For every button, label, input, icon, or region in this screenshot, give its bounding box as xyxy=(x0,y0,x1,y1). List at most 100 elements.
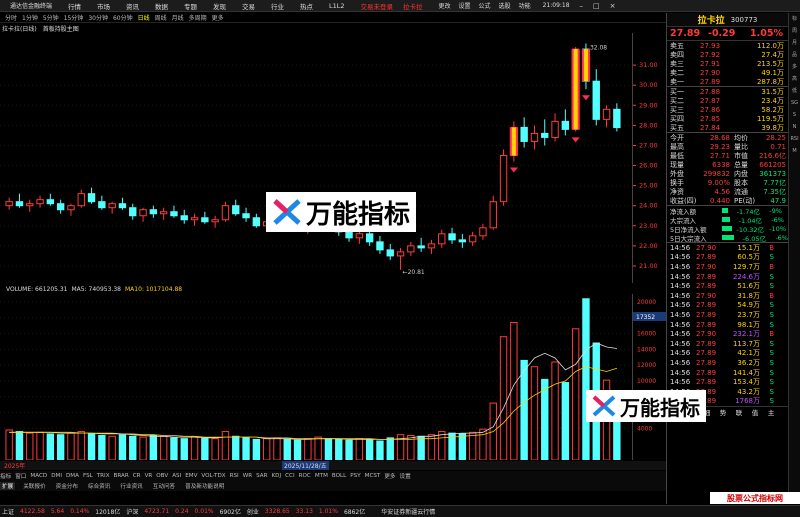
tool-4[interactable]: 多 xyxy=(789,61,800,73)
ask-row-4[interactable]: 卖一 27.89 287.8万 xyxy=(667,77,788,86)
indicator-cr-8[interactable]: CR xyxy=(133,473,141,479)
maximize-icon[interactable]: □ xyxy=(593,2,600,10)
indicator-kdj-17[interactable]: KDJ xyxy=(272,473,282,479)
tool-9[interactable]: N xyxy=(789,121,800,133)
tool-8[interactable]: S xyxy=(789,109,800,121)
period-daily[interactable]: 日线 xyxy=(138,13,150,22)
signal-candle-1 xyxy=(571,49,580,130)
period-30m[interactable]: 30分钟 xyxy=(88,13,108,22)
menu-l1l2[interactable]: L1L2 xyxy=(329,2,345,10)
menu-select[interactable]: 选股 xyxy=(499,1,511,10)
trade-side: S xyxy=(769,378,774,387)
indicator-dma-4[interactable]: DMA xyxy=(66,473,79,479)
period-15m[interactable]: 15分钟 xyxy=(64,13,84,22)
volume-bar-22 xyxy=(232,435,240,460)
bottom-tab-5[interactable]: 互动问答 xyxy=(151,482,177,490)
period-5m[interactable]: 5分钟 xyxy=(43,13,59,22)
indicator-voltdx-13[interactable]: VOL-TDX xyxy=(201,473,225,479)
indicator-asi-11[interactable]: ASI xyxy=(172,473,181,479)
menu-trade[interactable]: 交易 xyxy=(242,1,255,11)
tool-6[interactable]: 低 xyxy=(789,85,800,97)
menu-news[interactable]: 资讯 xyxy=(126,1,139,11)
tool-3[interactable]: 品 xyxy=(789,49,800,61)
indicator-wr-15[interactable]: WR xyxy=(243,473,252,479)
tool-0[interactable]: 标 xyxy=(789,13,800,25)
chart-formula-tag[interactable]: 首板持股主图 xyxy=(43,24,79,33)
bottom-tab-2[interactable]: 资金分布 xyxy=(54,482,80,490)
menu-formula[interactable]: 公式 xyxy=(479,1,491,10)
quote-tab-5[interactable]: 值 xyxy=(747,407,763,417)
menu-discover[interactable]: 发现 xyxy=(213,1,226,11)
tool-11[interactable]: M xyxy=(789,145,800,157)
period-monthly[interactable]: 月线 xyxy=(172,13,184,22)
bottom-tab-0[interactable]: 扩展 xyxy=(0,482,16,490)
indicator-rsi-14[interactable]: RSI xyxy=(230,473,239,479)
indicator-设置-25[interactable]: 设置 xyxy=(400,472,411,480)
indicator-窗口-1[interactable]: 窗口 xyxy=(15,472,26,480)
period-more[interactable]: 更多 xyxy=(212,13,224,22)
indicator-fsl-5[interactable]: FSL xyxy=(83,473,93,479)
quote-tab-4[interactable]: 联 xyxy=(731,407,747,417)
tool-2[interactable]: 月 xyxy=(789,37,800,49)
trade-login-status[interactable]: 交易未登录 xyxy=(361,1,394,11)
period-60m[interactable]: 60分钟 xyxy=(113,13,133,22)
bottom-tab-4[interactable]: 行业资讯 xyxy=(118,482,144,490)
period-1m[interactable]: 1分钟 xyxy=(22,13,38,22)
indicator-更多-24[interactable]: 更多 xyxy=(384,472,395,480)
indicator-emv-12[interactable]: EMV xyxy=(185,473,197,479)
indicator-boll-21[interactable]: BOLL xyxy=(332,473,346,479)
trade-list: 14:56 27.90 15.1万 B 14:56 27.89 60.5万 S 14:56 27.… xyxy=(667,243,788,406)
indicator-psy-22[interactable]: PSY xyxy=(350,473,360,479)
close-icon[interactable]: × xyxy=(610,2,616,10)
indicator-macd-2[interactable]: MACD xyxy=(30,473,47,479)
menu-settings[interactable]: 设置 xyxy=(459,1,471,10)
status-cy-name[interactable]: 创业 xyxy=(247,507,259,516)
indicator-roc-19[interactable]: ROC xyxy=(299,473,311,479)
period-multi[interactable]: 多周期 xyxy=(189,13,207,22)
menu-data[interactable]: 数据 xyxy=(155,1,168,11)
candle-body-11 xyxy=(118,203,127,209)
indicator-brar-7[interactable]: BRAR xyxy=(114,473,129,479)
quote-tab-6[interactable]: 主 xyxy=(763,407,779,417)
stat-value-2: 661205 xyxy=(759,160,786,169)
candlestick-chart[interactable]: 32.08 ←20.81 xyxy=(0,33,632,278)
menu-topic[interactable]: 专题 xyxy=(184,1,197,11)
indicator-sar-16[interactable]: SAR xyxy=(256,473,267,479)
indicator-指标-0[interactable]: 指标 xyxy=(0,472,11,480)
candle-body-8 xyxy=(87,193,96,203)
tool-10[interactable]: RSI xyxy=(789,133,800,145)
menu-hot[interactable]: 热点 xyxy=(300,1,313,11)
status-sz-name[interactable]: 沪深 xyxy=(126,507,138,516)
indicator-mtm-20[interactable]: MTM xyxy=(315,473,328,479)
candle-body-24 xyxy=(252,217,261,227)
menu-market[interactable]: 市场 xyxy=(97,1,110,11)
indicator-mcst-23[interactable]: MCST xyxy=(365,473,381,479)
bid-row-4[interactable]: 买五 27.84 39.8万 xyxy=(667,123,788,132)
quote-tab-3[interactable]: 势 xyxy=(715,407,731,417)
status-cy-pct: 1.01% xyxy=(318,508,338,515)
menu-change[interactable]: 更改 xyxy=(439,1,451,10)
bottom-tab-6[interactable]: 普及新功能说明 xyxy=(183,482,226,490)
menu-function[interactable]: 功能 xyxy=(519,1,531,10)
indicator-vr-9[interactable]: VR xyxy=(145,473,153,479)
menu-industry[interactable]: 行业 xyxy=(271,1,284,11)
bottom-tab-3[interactable]: 综合资讯 xyxy=(86,482,112,490)
volume-bar-18 xyxy=(190,436,199,460)
candle-body-54 xyxy=(561,120,570,130)
indicator-cci-18[interactable]: CCI xyxy=(285,473,294,479)
period-weekly[interactable]: 周线 xyxy=(155,13,167,22)
period-fenshi[interactable]: 分时 xyxy=(5,13,17,22)
menu-hq[interactable]: 行情 xyxy=(68,1,81,11)
tool-5[interactable]: 高 xyxy=(789,73,800,85)
minimize-icon[interactable]: – xyxy=(580,2,584,10)
indicator-dmi-3[interactable]: DMI xyxy=(51,473,62,479)
status-sh-name[interactable]: 上证 xyxy=(2,507,14,516)
bottom-tab-1[interactable]: 关联报价 xyxy=(21,482,47,490)
volume-chart[interactable] xyxy=(0,294,632,460)
indicator-trix-6[interactable]: TRIX xyxy=(97,473,110,479)
flow-row-3: 5日大宗流入 -6.05亿 -6% xyxy=(667,233,788,243)
indicator-obv-10[interactable]: OBV xyxy=(156,473,168,479)
trade-row-2: 14:56 27.90 129.7万 B xyxy=(667,262,788,272)
tool-1[interactable]: 周 xyxy=(789,25,800,37)
tool-7[interactable]: SG xyxy=(789,97,800,109)
